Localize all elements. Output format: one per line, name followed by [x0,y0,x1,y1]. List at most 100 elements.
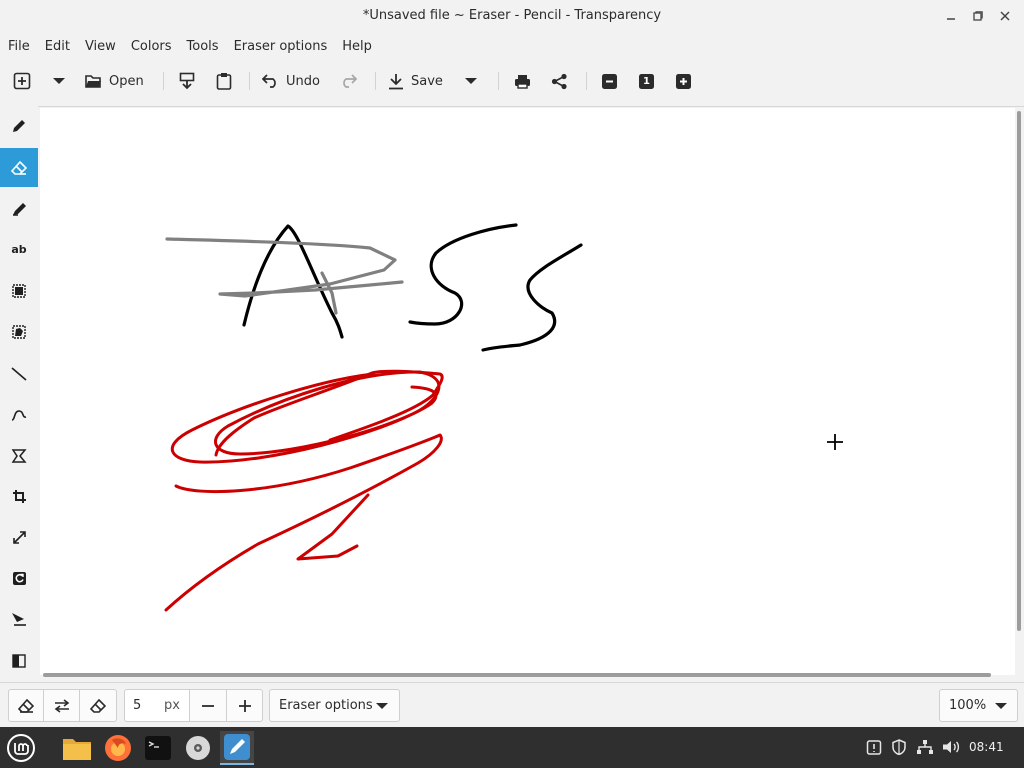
minus-icon [602,73,617,89]
tool-highlighter[interactable] [0,189,38,228]
window-title: *Unsaved file ~ Eraser - Pencil - Transp… [362,8,662,23]
menu-edit[interactable]: Edit [45,39,70,54]
vertical-scrollbar[interactable] [1017,111,1021,631]
tool-skew[interactable] [0,600,38,639]
menu-tools[interactable]: Tools [187,39,219,54]
taskbar-files[interactable] [60,731,94,765]
eraser-mode-button[interactable] [8,689,44,722]
minus-icon [202,704,214,707]
save-button[interactable]: Save [388,62,443,100]
redo-button[interactable] [340,62,357,100]
zoom-out-button[interactable] [602,62,617,100]
new-image-icon [13,72,31,90]
gray-strokes [165,237,404,315]
close-icon [1000,11,1010,21]
horizontal-scrollbar[interactable] [43,673,991,677]
start-menu-button[interactable] [4,731,38,765]
tray-shield-icon[interactable] [891,739,907,759]
tool-rotate[interactable] [0,559,38,598]
tool-text[interactable]: ab [0,230,38,269]
minimize-button[interactable] [940,5,962,27]
maximize-icon [973,11,983,21]
tray-network-icon[interactable] [916,739,934,759]
eraser-options-dropdown[interactable]: Eraser options [269,689,400,722]
zoom-dropdown[interactable]: 100% [939,689,1018,722]
print-icon [515,74,530,89]
letter-s-stroke-1 [408,223,518,326]
undo-label: Undo [286,73,320,89]
tool-scale[interactable] [0,518,38,557]
print-button[interactable] [514,62,531,100]
share-button[interactable] [551,62,568,100]
menu-colors[interactable]: Colors [131,39,172,54]
swap-arrows-icon [54,698,69,713]
size-value: 5 [133,698,142,713]
size-unit: px [164,698,180,713]
tools-sidebar: ab [0,106,38,682]
swap-colors-button[interactable] [43,689,80,722]
tool-line[interactable] [0,354,38,393]
tool-filters[interactable] [0,641,38,680]
save-label: Save [411,73,443,89]
text-tool-label: ab [11,243,27,256]
drawing-canvas[interactable] [40,108,1015,675]
rect-select-icon [12,283,26,298]
disc-icon [186,736,210,760]
firefox-icon [105,735,131,761]
size-decrease-button[interactable] [189,689,227,722]
toolbar-separator [498,72,499,90]
tool-rect-selection[interactable] [0,271,38,310]
title-bar: *Unsaved file ~ Eraser - Pencil - Transp… [0,0,1024,33]
save-menu-dropdown[interactable] [465,62,477,100]
minimize-icon [947,18,955,20]
tool-eraser[interactable] [0,148,38,187]
undo-button[interactable]: Undo [262,62,320,100]
paste-button[interactable] [216,62,232,100]
zoom-value: 100% [949,698,987,713]
tool-free-selection[interactable] [0,312,38,351]
crosshair-cursor-icon [827,434,843,450]
pencil-icon [13,119,25,132]
zoom-in-button[interactable] [676,62,691,100]
tool-options-bar: 5 px Eraser options 100% [0,682,1024,727]
taskbar-terminal[interactable] [141,731,175,765]
eraser-options-button[interactable] [79,689,117,722]
size-input[interactable]: 5 px [124,689,190,722]
save-download-icon [389,73,403,89]
new-button[interactable] [13,62,31,100]
toolbar-separator [586,72,587,90]
open-button[interactable]: Open [85,62,144,100]
new-menu-dropdown[interactable] [53,62,65,100]
tray-volume-icon[interactable] [942,739,960,759]
close-button[interactable] [994,5,1016,27]
terminal-icon [145,736,171,760]
drawing-app-icon [224,734,250,760]
menu-view[interactable]: View [85,39,116,54]
tool-shape[interactable] [0,436,38,475]
taskbar-disks[interactable] [181,731,215,765]
tool-pencil[interactable] [0,106,38,145]
clock[interactable]: 08:41 [969,740,1004,754]
import-button[interactable] [179,62,195,100]
eraser-icon [18,698,34,713]
plus-icon [676,73,691,89]
app-window: *Unsaved file ~ Eraser - Pencil - Transp… [0,0,1024,727]
toolbar-separator [249,72,250,90]
menu-eraser-options[interactable]: Eraser options [234,39,328,54]
menu-help[interactable]: Help [342,39,372,54]
menu-file[interactable]: File [8,39,30,54]
zoom-reset-button[interactable]: 1 [639,62,654,100]
chevron-down-icon [465,78,477,84]
red-strokes [164,369,444,612]
tool-curve[interactable] [0,395,38,434]
taskbar-drawing-app[interactable] [220,731,254,765]
curve-icon [11,409,27,421]
size-increase-button[interactable] [226,689,263,722]
maximize-button[interactable] [967,5,989,27]
import-icon [179,72,195,90]
main-toolbar: Open Undo Save 1 [0,62,1024,100]
folder-icon [63,739,91,760]
tool-crop[interactable] [0,477,38,516]
tray-updates-icon[interactable] [866,739,882,759]
taskbar-firefox[interactable] [101,731,135,765]
